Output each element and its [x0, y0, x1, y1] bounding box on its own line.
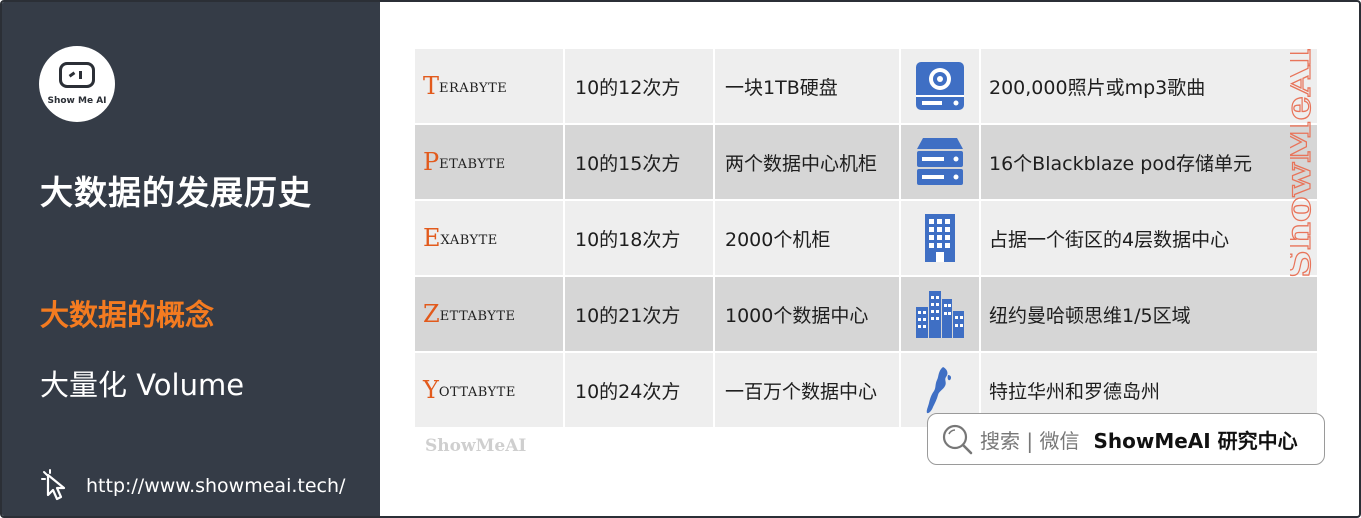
slide: Show Me AI 大数据的发展历史 大数据的概念 大量化 Volume ht… — [0, 0, 1361, 518]
icon-cell — [901, 49, 979, 123]
power-cell: 10的15次方 — [565, 125, 713, 199]
unit-initial: E — [423, 224, 441, 252]
unit-name: etabyte — [439, 151, 506, 173]
table-row: Zettabyte 10的21次方 1000个数据中心 纽约曼哈顿思维1/5区域 — [415, 277, 1321, 353]
data-size-table: Terabyte 10的12次方 一块1TB硬盘 200,000照片或mp3歌曲 — [415, 49, 1321, 429]
unit-cell: Yottabyte — [415, 353, 563, 427]
icon-cell — [901, 201, 979, 275]
unit-initial: P — [423, 148, 440, 176]
icon-cell — [901, 277, 979, 351]
power-cell: 10的24次方 — [565, 353, 713, 427]
unit-cell: Terabyte — [415, 49, 563, 123]
table-row: Petabyte 10的15次方 两个数据中心机柜 16个Blackblaze … — [415, 125, 1321, 201]
robot-face-icon — [59, 62, 95, 88]
vertical-watermark: ShowMeAI — [1290, 47, 1320, 278]
unit-name: xabyte — [440, 227, 498, 249]
server-rack-icon — [917, 138, 963, 185]
website-link[interactable]: http://www.showmeai.tech/ — [40, 469, 345, 503]
equivalent-cell: 200,000照片或mp3歌曲 — [981, 49, 1317, 123]
icon-cell — [901, 125, 979, 199]
unit-name: ottabyte — [438, 379, 516, 401]
brand-name: ShowMeAI 研究中心 — [1093, 428, 1298, 453]
example-cell: 2000个机柜 — [715, 201, 899, 275]
power-cell: 10的12次方 — [565, 49, 713, 123]
unit-name: erabyte — [439, 75, 508, 97]
table-row: Terabyte 10的12次方 一块1TB硬盘 200,000照片或mp3歌曲 — [415, 49, 1321, 125]
subsection-volume: 大量化 Volume — [40, 368, 245, 402]
showmeai-logo: Show Me AI — [39, 46, 115, 122]
example-cell: 一百万个数据中心 — [715, 353, 899, 427]
unit-initial: T — [423, 72, 440, 100]
example-cell: 1000个数据中心 — [715, 277, 899, 351]
hard-drive-icon — [916, 62, 964, 110]
unit-initial: Y — [423, 376, 439, 404]
power-cell: 10的21次方 — [565, 277, 713, 351]
table-row: Exabyte 10的18次方 2000个机柜 占据一个街区的4层数据中心 — [415, 201, 1321, 277]
island-map-icon — [926, 367, 952, 414]
website-url[interactable]: http://www.showmeai.tech/ — [86, 475, 345, 497]
building-icon — [925, 214, 955, 262]
cursor-click-icon — [41, 469, 66, 501]
logo-text: Show Me AI — [47, 96, 107, 106]
example-cell: 两个数据中心机柜 — [715, 125, 899, 199]
unit-cell: Zettabyte — [415, 277, 563, 351]
power-cell: 10的18次方 — [565, 201, 713, 275]
watermark-text: ShowMeAI — [425, 436, 527, 456]
city-icon — [916, 291, 964, 338]
search-label: 搜索 | 微信 — [980, 428, 1080, 453]
unit-name: ettabyte — [439, 303, 516, 325]
equivalent-cell: 占据一个街区的4层数据中心 — [981, 201, 1317, 275]
section-title: 大数据的发展历史 — [40, 173, 312, 212]
equivalent-cell: 16个Blackblaze pod存储单元 — [981, 125, 1317, 199]
subsection-concept: 大数据的概念 — [40, 298, 215, 332]
vertical-watermark-text: ShowMeAI — [1290, 48, 1319, 278]
wechat-search-badge[interactable]: 搜索 | 微信 ShowMeAI 研究中心 — [927, 413, 1325, 465]
unit-cell: Petabyte — [415, 125, 563, 199]
example-cell: 一块1TB硬盘 — [715, 49, 899, 123]
unit-initial: Z — [423, 300, 440, 328]
equivalent-cell: 纽约曼哈顿思维1/5区域 — [981, 277, 1317, 351]
sidebar: Show Me AI 大数据的发展历史 大数据的概念 大量化 Volume ht… — [2, 2, 380, 516]
search-icon — [942, 424, 973, 455]
unit-cell: Exabyte — [415, 201, 563, 275]
